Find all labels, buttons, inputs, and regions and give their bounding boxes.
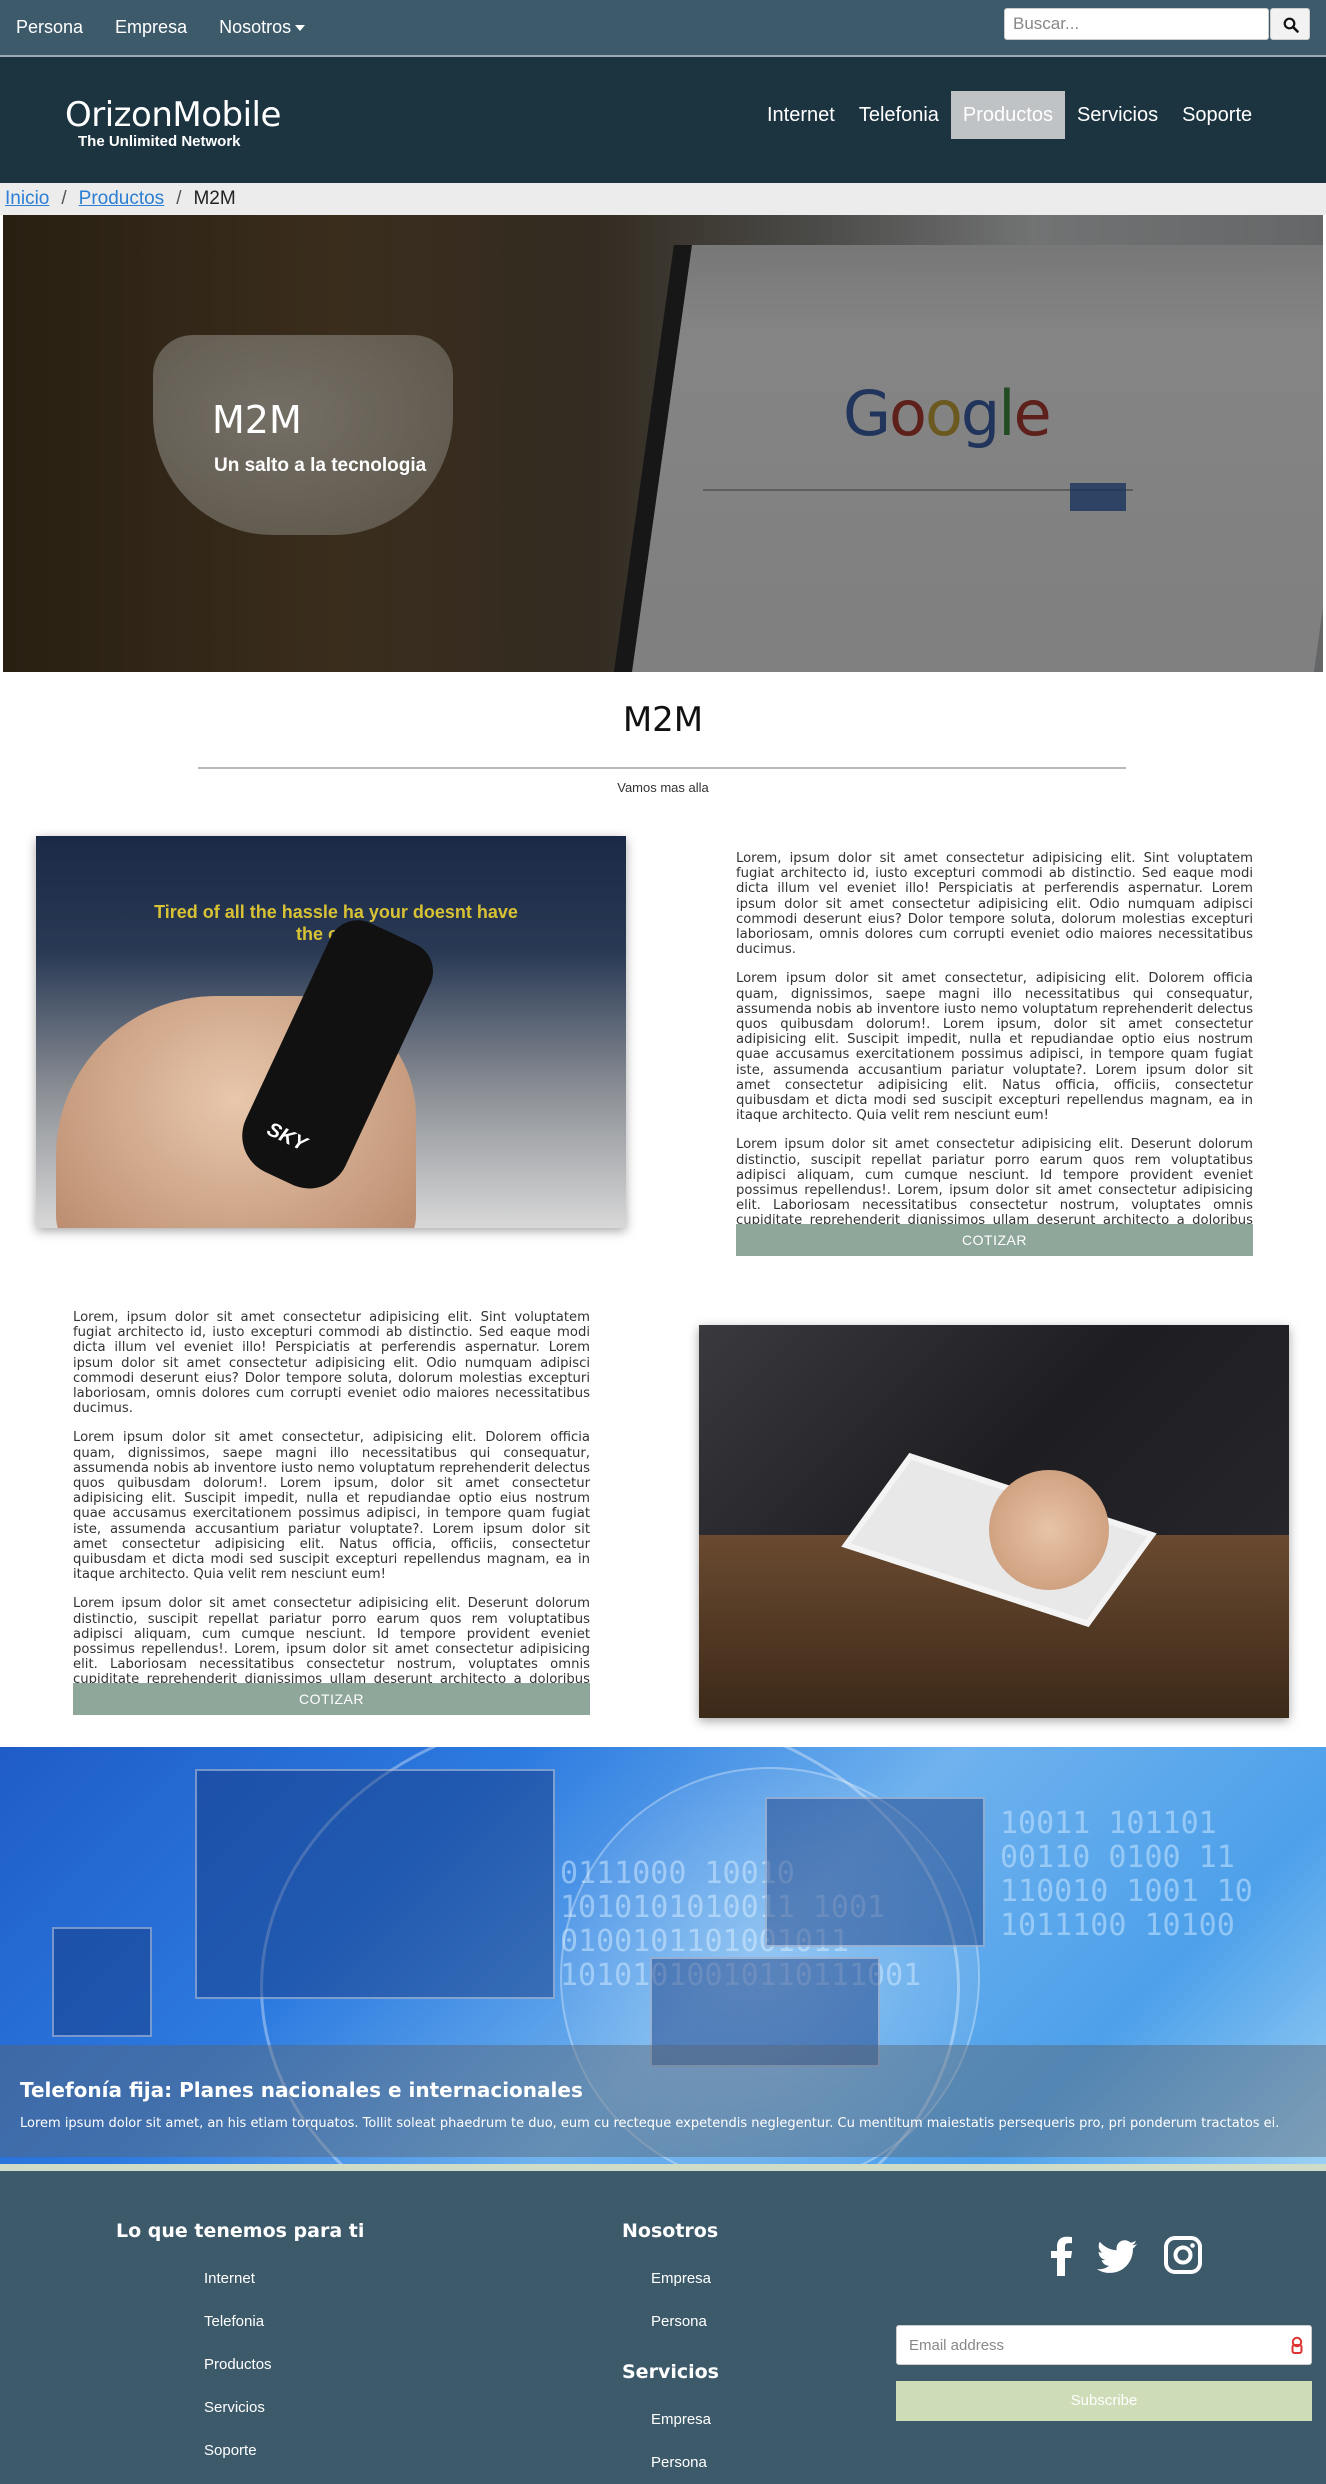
hero-title: M2M	[212, 398, 302, 442]
footer-link-empresa[interactable]: Empresa	[651, 2411, 711, 2428]
footer-link-telefonia[interactable]: Telefonia	[204, 2313, 264, 2330]
logo-subtitle: The Unlimited Network	[78, 133, 241, 150]
breadcrumb: Inicio / Productos / M2M	[0, 183, 1326, 215]
instagram-icon[interactable]	[1164, 2236, 1202, 2279]
breadcrumb-current: M2M	[193, 188, 236, 209]
breadcrumb-separator: /	[61, 188, 67, 209]
binary-decoration: 10011 101101 00110 0100 11 110010 1001 10 1…	[1000, 1806, 1253, 1943]
logo-title[interactable]: OrizonMobile	[65, 95, 281, 135]
tablet-image	[699, 1325, 1289, 1718]
nav-soporte[interactable]: Soporte	[1170, 91, 1264, 139]
nav-productos[interactable]: Productos	[950, 91, 1065, 139]
top-nav-nosotros[interactable]: Nosotros	[219, 17, 306, 38]
footer-link-persona[interactable]: Persona	[651, 2313, 707, 2330]
subscribe-button[interactable]: Subscribe	[896, 2381, 1312, 2421]
password-manager-icon[interactable]	[1290, 2336, 1304, 2359]
hero-image: Google	[3, 215, 1323, 672]
footer-heading-offer: Lo que tenemos para ti	[116, 2220, 365, 2242]
section-title: M2M	[622, 700, 704, 740]
paragraph: Lorem ipsum dolor sit amet consectetur, …	[736, 971, 1253, 1124]
top-nav-empresa[interactable]: Empresa	[115, 17, 187, 38]
paragraph: Lorem, ipsum dolor sit amet consectetur …	[736, 851, 1253, 958]
hero-overlay	[3, 215, 1323, 672]
search-button[interactable]	[1270, 8, 1310, 40]
footer-link-internet[interactable]: Internet	[204, 2270, 255, 2287]
top-nav: Persona Empresa Nosotros	[0, 0, 321, 55]
remote-control-image: Tired of all the hassle ha your doesnt h…	[36, 836, 626, 1228]
nav-telefonia[interactable]: Telefonia	[847, 91, 951, 139]
footer-heading-nosotros: Nosotros	[622, 2220, 719, 2242]
nav-servicios[interactable]: Servicios	[1065, 91, 1170, 139]
top-bar: Persona Empresa Nosotros	[0, 0, 1326, 57]
facebook-icon[interactable]	[1048, 2236, 1074, 2281]
nav-internet[interactable]: Internet	[755, 91, 847, 139]
site-header: OrizonMobile The Unlimited Network Inter…	[0, 57, 1326, 183]
search-icon	[1283, 17, 1299, 33]
footer-heading-servicios: Servicios	[622, 2361, 719, 2383]
breadcrumb-productos[interactable]: Productos	[79, 188, 165, 209]
paragraph: Lorem ipsum dolor sit amet consectetur, …	[73, 1430, 590, 1583]
top-nav-persona[interactable]: Persona	[16, 17, 83, 38]
banner-divider	[0, 2164, 1326, 2171]
section-subtitle: Vamos mas alla	[617, 780, 709, 795]
footer-link-productos[interactable]: Productos	[204, 2356, 272, 2373]
screen-panel	[765, 1797, 985, 1947]
hand-shape	[989, 1470, 1109, 1590]
caret-down-icon	[295, 25, 306, 32]
breadcrumb-separator: /	[176, 188, 182, 209]
section-divider	[198, 767, 1126, 769]
cotizar-button[interactable]: COTIZAR	[73, 1683, 590, 1715]
hero-subtitle: Un salto a la tecnologia	[214, 455, 427, 476]
banner-title: Telefonía fija: Planes nacionales e inte…	[20, 2078, 583, 2102]
search-input[interactable]	[1004, 8, 1269, 40]
top-nav-nosotros-label: Nosotros	[219, 17, 292, 37]
cotizar-button[interactable]: COTIZAR	[736, 1224, 1253, 1256]
main-nav: Internet Telefonia Productos Servicios S…	[755, 91, 1264, 139]
screen-panel	[52, 1927, 152, 2037]
paragraph: Lorem, ipsum dolor sit amet consectetur …	[73, 1310, 590, 1417]
banner-text: Lorem ipsum dolor sit amet, an his etiam…	[20, 2116, 1280, 2131]
email-field[interactable]	[896, 2325, 1312, 2365]
text-block-1: Lorem, ipsum dolor sit amet consectetur …	[736, 851, 1253, 1258]
screen-panel	[195, 1769, 555, 1999]
twitter-icon[interactable]	[1097, 2240, 1137, 2279]
footer-link-servicios[interactable]: Servicios	[204, 2399, 265, 2416]
footer-link-persona[interactable]: Persona	[651, 2454, 707, 2471]
footer-link-empresa[interactable]: Empresa	[651, 2270, 711, 2287]
breadcrumb-inicio[interactable]: Inicio	[5, 188, 49, 209]
text-block-2: Lorem, ipsum dolor sit amet consectetur …	[73, 1310, 590, 1717]
footer-link-soporte[interactable]: Soporte	[204, 2442, 257, 2459]
